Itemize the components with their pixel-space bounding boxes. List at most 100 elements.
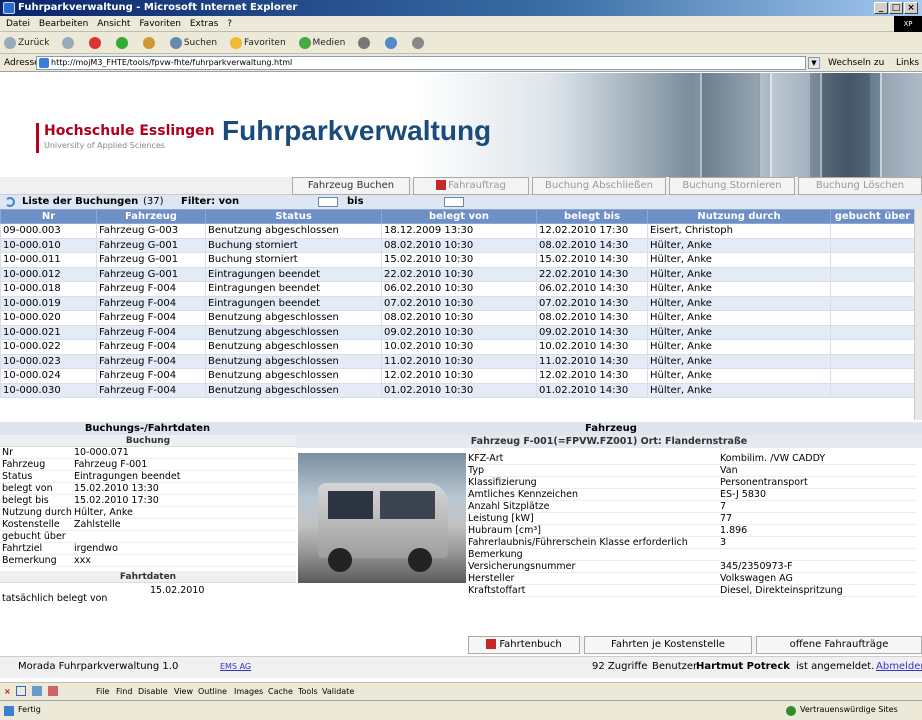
cell-nutzung: Hülter, Anke bbox=[647, 368, 831, 384]
table-row[interactable]: 10-000.018 Fahrzeug F-004 Eintragungen bee… bbox=[0, 281, 914, 297]
cell-nr: 10-000.030 bbox=[0, 382, 97, 398]
back-button[interactable]: Zurück bbox=[4, 32, 49, 54]
cell-gebucht-ueber bbox=[830, 324, 914, 340]
devbar-disable[interactable]: Disable bbox=[138, 683, 168, 701]
pdf-icon bbox=[436, 180, 447, 190]
buchung-stornieren-button[interactable]: Buchung Stornieren bbox=[669, 177, 795, 195]
table-row[interactable]: 10-000.030 Fahrzeug F-004 Benutzung abgesc… bbox=[0, 382, 914, 398]
stop-button[interactable] bbox=[89, 32, 103, 54]
prop-value: Kombilim. /VW CADDY bbox=[720, 453, 826, 464]
devbar-outline[interactable]: Outline bbox=[198, 683, 227, 701]
calendar-from-icon[interactable] bbox=[318, 197, 338, 207]
vehicle-prop-row: Kraftstoffart Diesel, Direkteinspritzung bbox=[468, 585, 916, 597]
field-value: 10-000.071 bbox=[74, 447, 129, 458]
table-row[interactable]: 10-000.024 Fahrzeug F-004 Benutzung abgesc… bbox=[0, 368, 914, 384]
fahrtenbuch-button[interactable]: Fahrtenbuch bbox=[468, 636, 580, 654]
select-icon[interactable] bbox=[16, 686, 26, 696]
cell-status: Eintragungen beendet bbox=[205, 295, 382, 311]
ems-link[interactable]: EMS AG bbox=[220, 657, 251, 677]
mail-button[interactable] bbox=[385, 32, 399, 54]
menu-ansicht[interactable]: Ansicht bbox=[97, 19, 130, 29]
prop-label: Anzahl Sitzplätze bbox=[468, 501, 550, 512]
menu-datei[interactable]: Datei bbox=[6, 19, 30, 29]
buchung-abschliessen-button[interactable]: Buchung Abschließen bbox=[532, 177, 666, 195]
devbar-cache[interactable]: Cache bbox=[268, 683, 293, 701]
favorites-button[interactable]: Favoriten bbox=[230, 32, 286, 54]
devbar-images[interactable]: Images bbox=[234, 683, 263, 701]
car-window bbox=[380, 491, 435, 519]
forward-button[interactable] bbox=[62, 32, 76, 54]
table-scrollbar[interactable] bbox=[914, 209, 922, 420]
back-arrow-icon bbox=[4, 36, 16, 49]
offene-fahrauftraege-button[interactable]: offene Fahraufträge bbox=[756, 636, 922, 654]
go-button[interactable]: Wechseln zu bbox=[828, 54, 884, 72]
media-icon bbox=[298, 36, 311, 49]
prop-label: Klassifizierung bbox=[468, 477, 537, 488]
devbar-validate[interactable]: Validate bbox=[322, 683, 354, 701]
vehicle-prop-row: KFZ-Art Kombilim. /VW CADDY bbox=[468, 453, 916, 465]
logout-link[interactable]: Abmelden bbox=[876, 657, 922, 677]
refresh-icon[interactable] bbox=[5, 197, 15, 207]
table-row[interactable]: 10-000.019 Fahrzeug F-004 Eintragungen bee… bbox=[0, 295, 914, 311]
cell-status: Benutzung abgeschlossen bbox=[205, 382, 382, 398]
cell-status: Benutzung abgeschlossen bbox=[205, 310, 382, 326]
home-button[interactable] bbox=[142, 32, 157, 54]
field-label: tatsächlich belegt von bbox=[2, 593, 108, 604]
grid-icon[interactable] bbox=[48, 686, 58, 696]
col-header-gebucht-ueber[interactable]: gebucht über bbox=[830, 209, 914, 224]
media-button[interactable]: Medien bbox=[298, 32, 345, 54]
star-icon bbox=[230, 36, 242, 49]
address-dropdown-icon[interactable]: ▼ bbox=[808, 57, 820, 69]
col-header-fahrzeug[interactable]: Fahrzeug bbox=[96, 209, 206, 224]
col-header-belegt-von[interactable]: belegt von bbox=[381, 209, 537, 224]
table-row[interactable]: 10-000.023 Fahrzeug F-004 Benutzung abgesc… bbox=[0, 353, 914, 369]
table-row[interactable]: 10-000.022 Fahrzeug F-004 Benutzung abgesc… bbox=[0, 339, 914, 355]
menu-favoriten[interactable]: Favoriten bbox=[139, 19, 181, 29]
building-graphic bbox=[880, 73, 922, 177]
app-status-bar: Morada Fuhrparkverwaltung 1.0 EMS AG 92 … bbox=[0, 656, 922, 678]
table-row[interactable]: 09-000.003 Fahrzeug G-003 Benutzung abgesc… bbox=[0, 223, 914, 239]
table-row[interactable]: 10-000.020 Fahrzeug F-004 Benutzung abgesc… bbox=[0, 310, 914, 326]
school-logo-name: Hochschule Esslingen bbox=[44, 123, 215, 139]
page-icon bbox=[39, 58, 49, 68]
links-button[interactable]: Links bbox=[896, 54, 919, 72]
fahrauftrag-button[interactable]: Fahrauftrag bbox=[413, 177, 529, 195]
print-button[interactable] bbox=[411, 32, 426, 54]
calendar-to-icon[interactable] bbox=[444, 197, 464, 207]
table-row[interactable]: 10-000.011 Fahrzeug G-001 Buchung stornier… bbox=[0, 252, 914, 268]
field-row: Nr 10-000.071 bbox=[0, 447, 296, 459]
devbar-view[interactable]: View bbox=[174, 683, 193, 701]
devbar-find[interactable]: Find bbox=[116, 683, 132, 701]
col-header-nutzung[interactable]: Nutzung durch bbox=[647, 209, 831, 224]
logo-accent bbox=[36, 123, 39, 153]
table-row[interactable]: 10-000.010 Fahrzeug G-001 Buchung stornier… bbox=[0, 237, 914, 253]
vehicle-panel-title: Fahrzeug bbox=[585, 423, 637, 434]
tools-icon[interactable] bbox=[32, 686, 42, 696]
minimize-button[interactable]: _ bbox=[874, 2, 888, 14]
col-header-status[interactable]: Status bbox=[205, 209, 382, 224]
table-row[interactable]: 10-000.012 Fahrzeug G-001 Eintragungen bee… bbox=[0, 266, 914, 282]
col-header-belegt-bis[interactable]: belegt bis bbox=[536, 209, 648, 224]
cell-belegt-bis: 15.02.2010 14:30 bbox=[536, 252, 648, 268]
cell-nutzung: Hülter, Anke bbox=[647, 237, 831, 253]
address-input[interactable]: http://mojM3_FHTE/tools/fpvw-fhte/fuhrpa… bbox=[36, 56, 806, 70]
menu-extras[interactable]: Extras bbox=[190, 19, 218, 29]
search-button[interactable]: Suchen bbox=[169, 32, 217, 54]
fahrzeug-buchen-button[interactable]: Fahrzeug Buchen bbox=[292, 177, 410, 195]
col-header-nr[interactable]: Nr bbox=[0, 209, 97, 224]
menu-bearbeiten[interactable]: Bearbeiten bbox=[39, 19, 88, 29]
history-button[interactable] bbox=[358, 32, 372, 54]
field-value: 15.02.2010 17:30 bbox=[74, 495, 159, 506]
cell-belegt-bis: 22.02.2010 14:30 bbox=[536, 266, 648, 282]
maximize-button[interactable]: □ bbox=[889, 2, 903, 14]
table-row[interactable]: 10-000.021 Fahrzeug F-004 Benutzung abgesc… bbox=[0, 324, 914, 340]
refresh-button[interactable] bbox=[116, 32, 130, 54]
booking-details-panel: Buchung Nr 10-000.071 Fahrzeug Fahrzeug F-… bbox=[0, 435, 296, 635]
close-button[interactable]: × bbox=[904, 2, 918, 14]
buchung-loeschen-button[interactable]: Buchung Löschen bbox=[798, 177, 922, 195]
devbar-file[interactable]: File bbox=[96, 683, 109, 701]
close-devbar-icon[interactable]: × bbox=[4, 683, 11, 701]
devbar-tools[interactable]: Tools bbox=[298, 683, 318, 701]
menu-help[interactable]: ? bbox=[227, 19, 232, 29]
fahrten-je-kostenstelle-button[interactable]: Fahrten je Kostenstelle bbox=[584, 636, 752, 654]
